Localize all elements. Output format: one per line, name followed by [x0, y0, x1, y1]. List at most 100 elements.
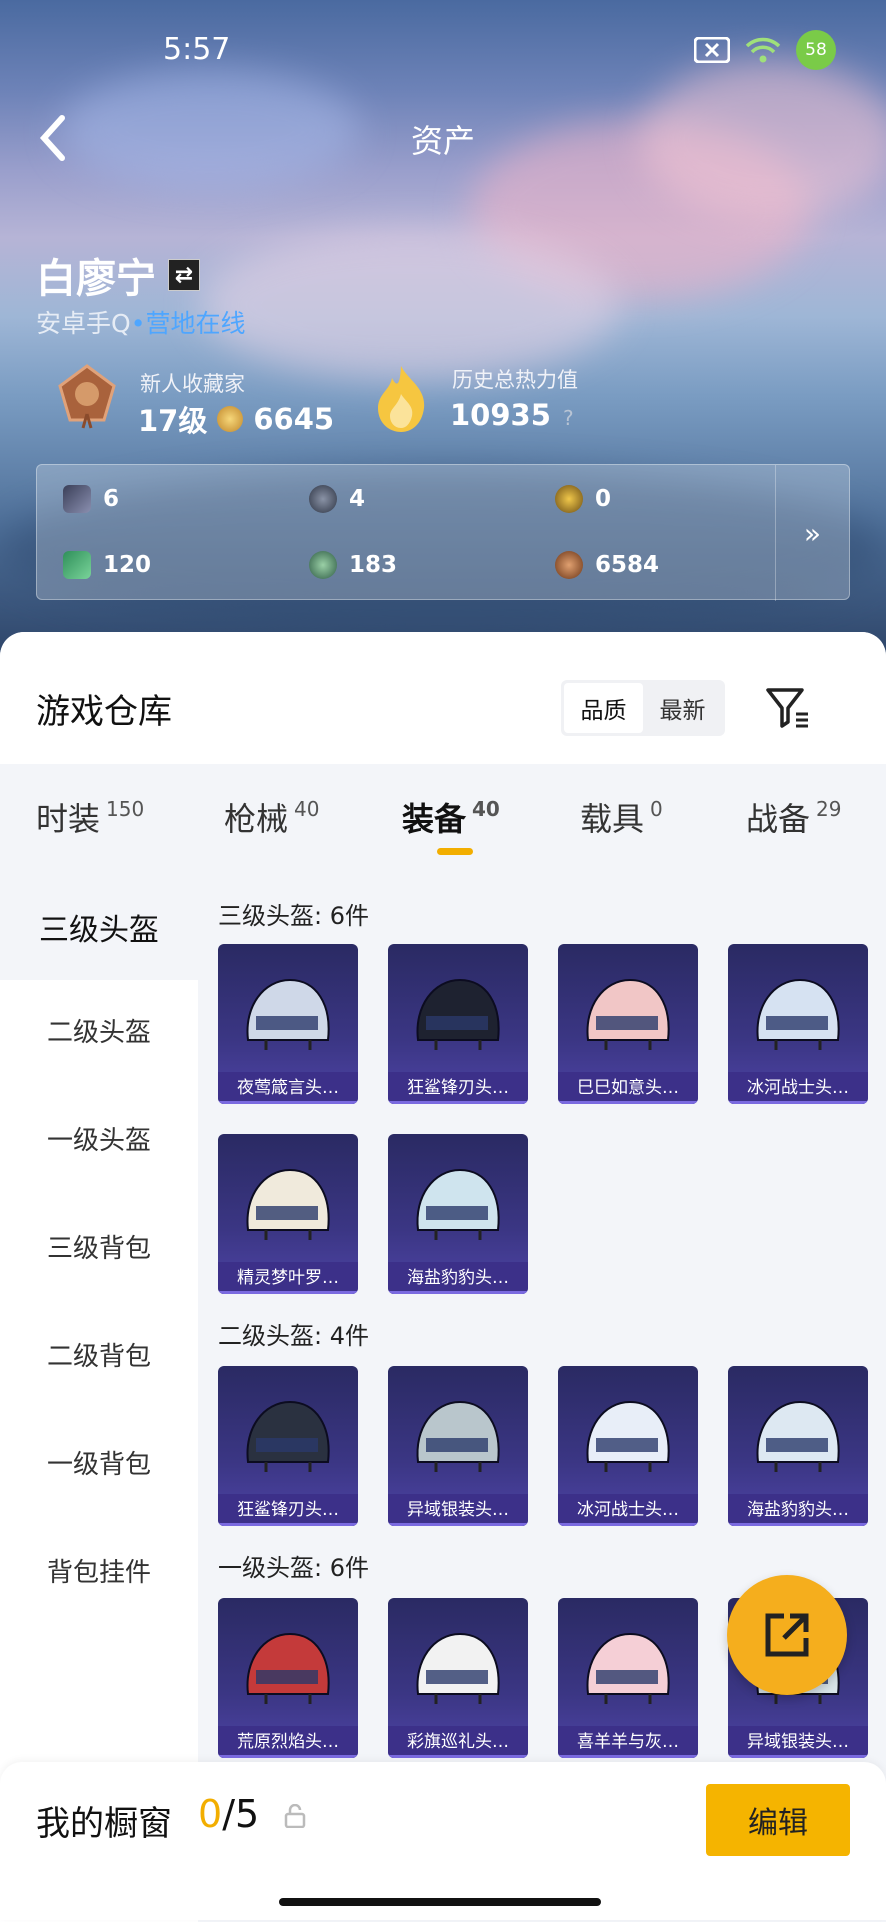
item-card-underline: [218, 1755, 358, 1758]
group-title-lvl1: 一级头盔: 6件: [218, 1554, 369, 1582]
helmet-icon: [756, 1400, 840, 1472]
stat-ticket: 120: [63, 551, 151, 579]
flame-icon: [378, 366, 425, 432]
stat-silver: 4: [309, 485, 365, 513]
item-card[interactable]: 海盐豹豹头…: [728, 1366, 868, 1526]
item-card-label: 精灵梦叶罗…: [218, 1262, 358, 1294]
item-card-underline: [728, 1101, 868, 1104]
coin-icon: [217, 406, 244, 432]
item-card[interactable]: 狂鲨锋刃头…: [218, 1366, 358, 1526]
share-icon: [765, 1613, 809, 1657]
sidebar-item-lvl2-helmet[interactable]: 二级头盔: [0, 1012, 198, 1049]
item-card-label: 狂鲨锋刃头…: [388, 1072, 528, 1104]
stat-bronze: 6584: [555, 551, 659, 579]
sidebar-item-pendant[interactable]: 背包挂件: [0, 1552, 198, 1589]
tab-weapons[interactable]: 枪械 40: [224, 794, 319, 840]
warehouse-title: 游戏仓库: [36, 692, 172, 732]
item-card-label: 狂鲨锋刃头…: [218, 1494, 358, 1526]
item-card[interactable]: 喜羊羊与灰…: [558, 1598, 698, 1758]
currency-panel: 6 4 0 120 183 6584 »: [36, 464, 850, 601]
lock-icon: [284, 1804, 306, 1828]
item-card-label: 异域银装头…: [728, 1726, 868, 1758]
item-card[interactable]: 海盐豹豹头…: [388, 1134, 528, 1294]
helmet-icon: [246, 1632, 330, 1704]
helmet-icon: [586, 1632, 670, 1704]
item-card[interactable]: 夜莺箴言头…: [218, 944, 358, 1104]
item-card[interactable]: 冰河战士头…: [728, 944, 868, 1104]
silver-coin-icon: [309, 485, 337, 513]
no-sim-icon: [694, 37, 730, 63]
collector-title: 新人收藏家: [140, 372, 245, 396]
item-card[interactable]: 冰河战士头…: [558, 1366, 698, 1526]
tab-equipment[interactable]: 装备 40: [402, 794, 500, 840]
status-bar: 5:57 58: [0, 30, 886, 70]
gold-coin-icon: [555, 485, 583, 513]
item-card-label: 喜羊羊与灰…: [558, 1726, 698, 1758]
gem-icon: [309, 551, 337, 579]
home-indicator: [279, 1898, 601, 1906]
filter-icon[interactable]: [764, 684, 812, 732]
helmet-icon: [416, 978, 500, 1050]
group-title-lvl2: 二级头盔: 4件: [218, 1322, 369, 1350]
item-card-label: 巳巳如意头…: [558, 1072, 698, 1104]
item-card-label: 海盐豹豹头…: [388, 1262, 528, 1294]
help-icon[interactable]: ?: [563, 406, 574, 430]
item-card-label: 冰河战士头…: [728, 1072, 868, 1104]
stat-card: 6: [63, 485, 119, 513]
sidebar-item-lvl2-backpack[interactable]: 二级背包: [0, 1336, 198, 1373]
ticket-icon: [63, 551, 91, 579]
item-card-label: 海盐豹豹头…: [728, 1494, 868, 1526]
online-status: 营地在线: [145, 309, 246, 338]
item-card[interactable]: 彩旗巡礼头…: [388, 1598, 528, 1758]
item-card-underline: [388, 1755, 528, 1758]
item-card-label: 冰河战士头…: [558, 1494, 698, 1526]
stat-gold: 0: [555, 485, 611, 513]
showcase-count: 0/5: [198, 1792, 260, 1836]
helmet-icon: [586, 1400, 670, 1472]
item-card-underline: [558, 1755, 698, 1758]
bronze-coin-icon: [555, 551, 583, 579]
item-card-underline: [728, 1755, 868, 1758]
edit-button[interactable]: 编辑: [706, 1784, 850, 1856]
sidebar-item-lvl3-helmet[interactable]: 三级头盔: [0, 874, 198, 980]
sort-quality[interactable]: 品质: [564, 683, 643, 733]
sort-toggle: 品质 最新: [561, 680, 725, 736]
tab-indicator: [437, 848, 473, 855]
tab-battle-prep[interactable]: 战备 29: [746, 794, 841, 840]
sidebar-item-lvl1-backpack[interactable]: 一级背包: [0, 1444, 198, 1481]
sort-newest[interactable]: 最新: [643, 683, 722, 733]
item-card-underline: [218, 1523, 358, 1526]
wifi-icon: [745, 37, 781, 63]
tab-costume[interactable]: 时装 150: [36, 794, 144, 840]
helmet-icon: [756, 978, 840, 1050]
tab-vehicles[interactable]: 载具 0: [580, 794, 663, 840]
item-card[interactable]: 荒原烈焰头…: [218, 1598, 358, 1758]
item-card-underline: [388, 1291, 528, 1294]
sidebar-item-lvl1-helmet[interactable]: 一级头盔: [0, 1120, 198, 1157]
stats-more-button[interactable]: »: [775, 465, 849, 601]
sidebar-item-lvl3-backpack[interactable]: 三级背包: [0, 1228, 198, 1265]
battery-icon: 58: [796, 30, 836, 70]
item-card[interactable]: 狂鲨锋刃头…: [388, 944, 528, 1104]
user-platform: 安卓手Q•营地在线: [36, 309, 246, 338]
item-card-label: 异域银装头…: [388, 1494, 528, 1526]
showcase-bar: 我的橱窗 0/5 编辑: [0, 1762, 886, 1920]
stat-gem: 183: [309, 551, 397, 579]
group-title-lvl3: 三级头盔: 6件: [218, 902, 369, 930]
item-card-underline: [558, 1101, 698, 1104]
collector-level: 17级 6645: [138, 402, 335, 438]
item-card-underline: [218, 1291, 358, 1294]
helmet-icon: [416, 1168, 500, 1240]
share-button[interactable]: [727, 1575, 847, 1695]
heat-value: 10935: [450, 398, 551, 432]
item-card[interactable]: 异域银装头…: [388, 1366, 528, 1526]
item-card[interactable]: 精灵梦叶罗…: [218, 1134, 358, 1294]
medal-icon: [58, 364, 116, 429]
item-card[interactable]: 巳巳如意头…: [558, 944, 698, 1104]
helmet-icon: [246, 978, 330, 1050]
page-title: 资产: [410, 122, 475, 160]
swap-account-icon[interactable]: ⇄: [168, 259, 200, 291]
helmet-icon: [246, 1168, 330, 1240]
helmet-icon: [416, 1400, 500, 1472]
item-card-underline: [388, 1101, 528, 1104]
